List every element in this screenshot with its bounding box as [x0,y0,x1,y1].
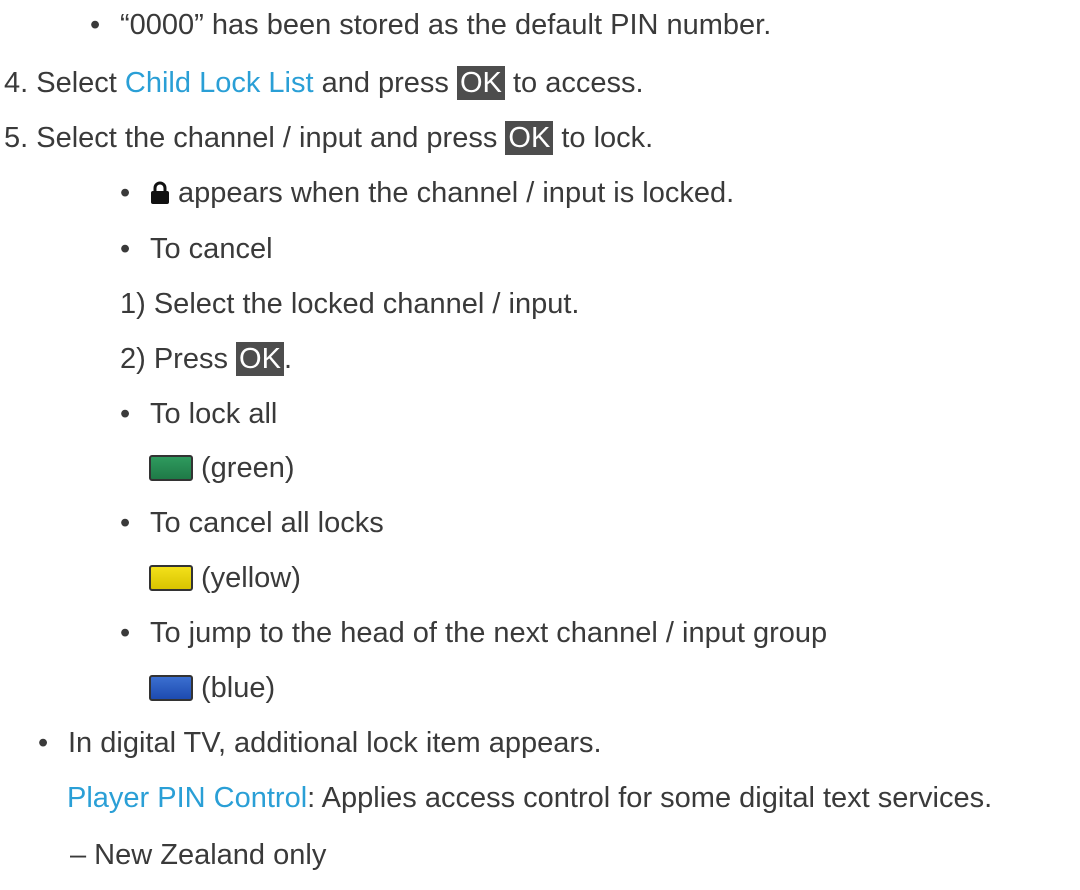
cancel-step-1: 1) Select the locked channel / input. [120,287,579,321]
step-4: 4. Select Child Lock List and press OK t… [4,66,644,100]
digital-tv-text: In digital TV, additional lock item appe… [68,727,602,759]
yellow-label: (yellow) [201,562,301,594]
step-4-text: to access. [504,67,644,99]
to-cancel-heading: • To cancel [120,232,273,266]
step-4-text: Select [36,67,125,99]
to-jump-text: To jump to the head of the next channel … [150,617,828,649]
digital-tv-note: • In digital TV, additional lock item app… [38,726,602,760]
nz-only-note: – New Zealand only [70,838,326,872]
to-jump-heading: • To jump to the head of the next channel… [120,616,827,650]
default-pin-text: “0000” has been stored as the default PI… [120,9,772,41]
to-lock-all-heading: • To lock all [120,397,277,431]
yellow-button-row: (yellow) [149,561,301,595]
cancel-step-2-text: 2) Press [120,343,237,375]
lock-appears-text: appears when the channel / input is lock… [178,177,735,209]
blue-button-row: (blue) [149,671,275,705]
green-button-icon [149,455,193,481]
ok-key-label: OK [236,342,284,376]
ok-key-label: OK [505,121,554,155]
to-cancel-text: To cancel [150,233,273,265]
bullet: • [120,617,131,649]
blue-button-icon [149,675,193,701]
lock-icon [150,179,170,213]
to-cancel-all-heading: • To cancel all locks [120,506,384,540]
step-5-text: Select the channel / input and press [36,122,506,154]
help-page: • “0000” has been stored as the default P… [0,0,1080,890]
player-pin-control-link[interactable]: Player PIN Control [67,782,307,814]
bullet: • [120,398,131,430]
player-pin-control: Player PIN Control: Applies access contr… [67,781,992,815]
default-pin-note: • “0000” has been stored as the default P… [90,8,771,42]
green-button-row: (green) [149,451,295,485]
step-number: 4. [4,67,29,99]
cancel-step-2-text: . [283,343,292,375]
blue-label: (blue) [201,672,276,704]
ok-key-label: OK [457,66,505,100]
to-lock-all-text: To lock all [150,398,278,430]
step-5: 5. Select the channel / input and press … [4,121,653,155]
yellow-button-icon [149,565,193,591]
bullet: • [38,727,49,759]
step-number: 5. [4,122,29,154]
nz-only-text: – New Zealand only [70,839,327,871]
bullet: • [120,233,131,265]
cancel-step-1-text: 1) Select the locked channel / input. [120,288,580,320]
bullet: • [90,9,101,41]
step-5-text: to lock. [553,122,654,154]
green-label: (green) [201,452,295,484]
cancel-step-2: 2) Press OK. [120,342,292,376]
child-lock-list-link[interactable]: Child Lock List [125,67,314,99]
bullet: • [120,507,131,539]
player-pin-desc: : Applies access control for some digita… [307,782,993,814]
lock-appears-note: • appears when the channel / input is loc… [120,176,734,213]
to-cancel-all-text: To cancel all locks [150,507,384,539]
bullet: • [120,177,131,209]
step-4-text: and press [313,67,457,99]
